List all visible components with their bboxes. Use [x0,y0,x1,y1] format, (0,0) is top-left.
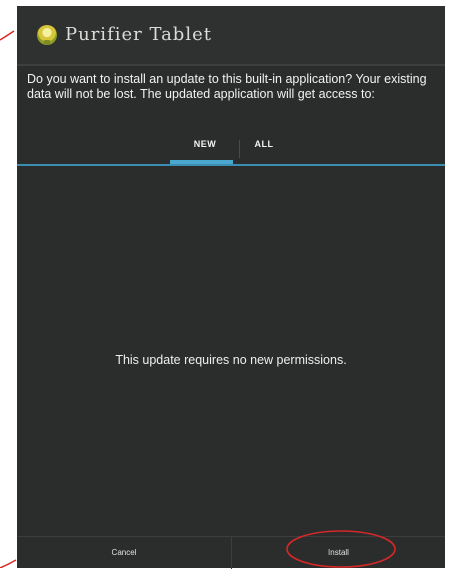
app-icon [37,25,57,45]
title-divider [17,64,445,66]
annotation-mark-bottom-left [0,559,17,568]
tab-new[interactable]: NEW [180,139,230,149]
permissions-message: This update requires no new permissions. [115,353,347,367]
dialog-button-bar: Cancel Install [17,536,445,569]
install-button[interactable]: Install [232,537,445,569]
permission-tabs: NEW ALL [17,130,445,168]
install-update-dialog: Purifier Tablet Do you want to install a… [17,6,445,569]
tab-underline [17,164,445,166]
update-message: Do you want to install an update to this… [27,72,427,101]
dialog-title: Purifier Tablet [65,24,212,45]
tab-divider [239,140,240,158]
annotation-mark-top-left [0,30,15,41]
cancel-button[interactable]: Cancel [17,537,231,569]
dialog-title-bar: Purifier Tablet [17,6,445,66]
tab-all[interactable]: ALL [249,139,279,149]
